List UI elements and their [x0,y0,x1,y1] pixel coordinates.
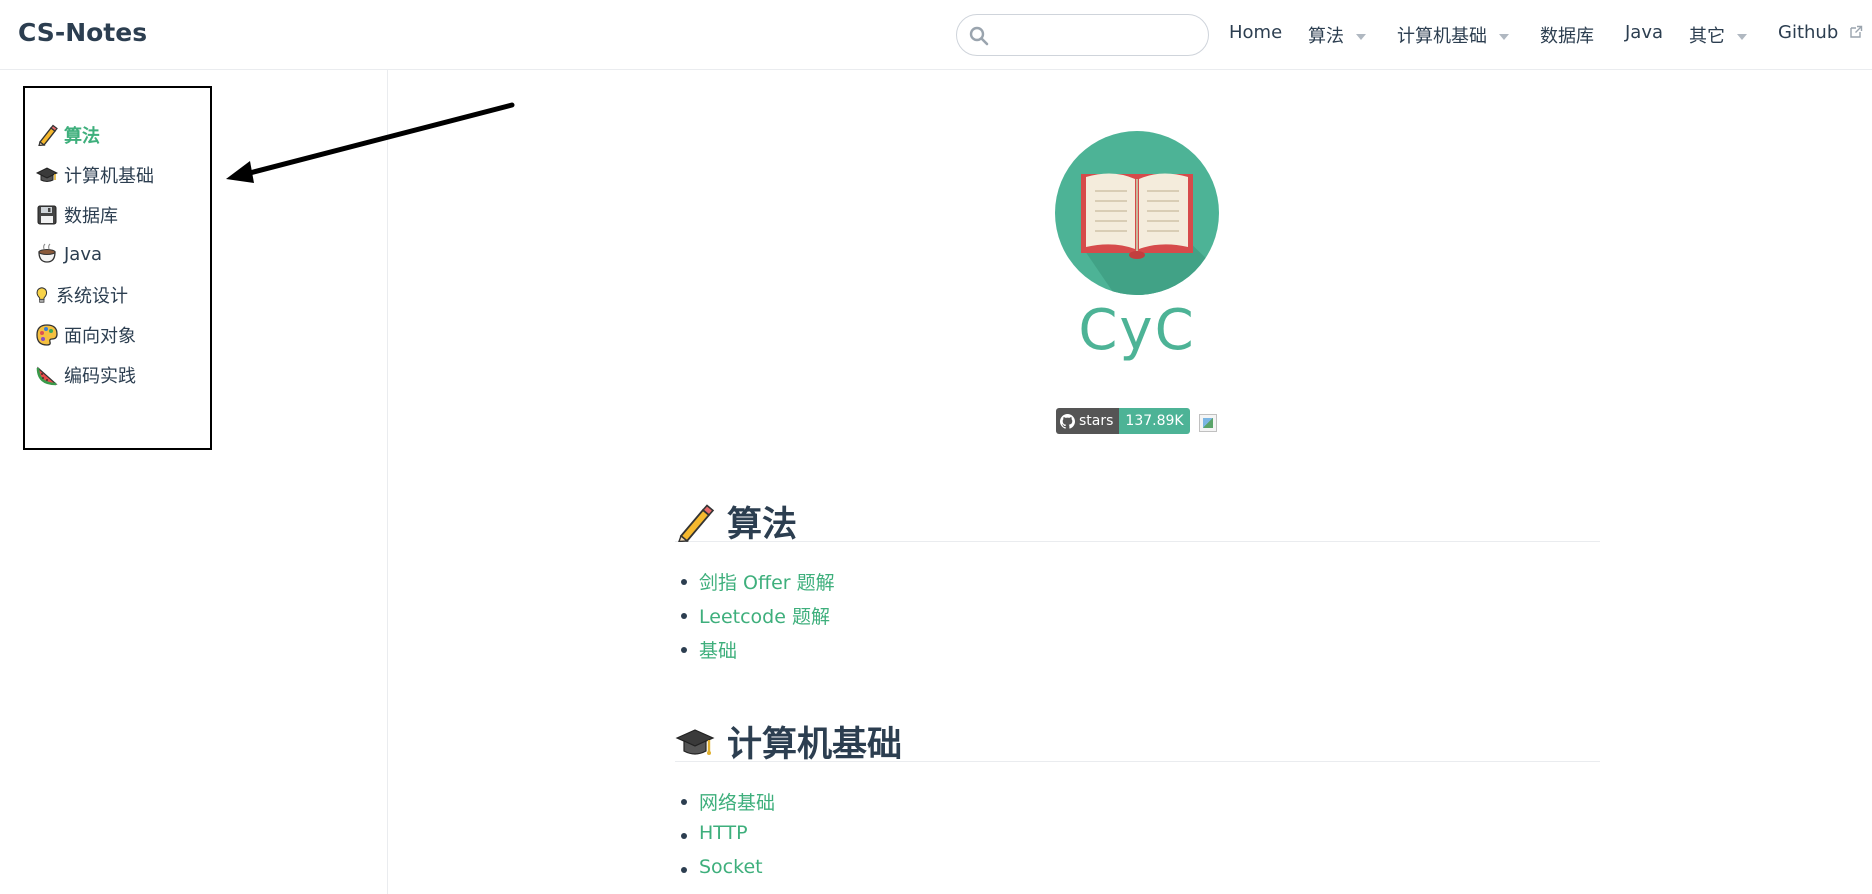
watermelon-icon [36,366,58,386]
light-bulb-icon [36,287,48,303]
external-link-icon [1850,25,1863,38]
palette-icon [36,324,58,346]
book-logo-icon [1055,131,1219,295]
sidebar-item-label: 编码实践 [64,366,136,387]
badge-value: 137.89K [1119,408,1190,434]
nav-item-label: 其它 [1689,26,1725,47]
sidebar-item-algorithms[interactable]: 算法 [36,122,100,152]
sidebar-item-system-design[interactable]: 系统设计 [36,282,128,312]
pencil-icon [678,504,715,542]
sidebar-item-label: 计算机基础 [64,166,154,187]
sidebar-item-coding-practice[interactable]: 编码实践 [36,362,136,392]
list-item-link[interactable]: 剑指 Offer 题解 [681,568,835,602]
list-item-link[interactable]: Leetcode 题解 [681,602,835,636]
nav-item-label: 算法 [1308,26,1344,47]
navbar: CS-Notes Home 算法 计算机基础 数据库 Java 其它 Githu… [0,0,1872,70]
sidebar-item-database[interactable]: 数据库 [36,202,118,232]
nav-item-algorithms[interactable]: 算法 [1308,22,1366,48]
sidebar-item-label: Java [64,244,103,265]
coffee-cup-icon [38,243,56,263]
list-item-link[interactable]: 基础 [681,636,835,670]
nav-item-other[interactable]: 其它 [1689,22,1747,48]
floppy-disk-icon [37,205,57,225]
nav-item-label: Home [1229,22,1283,43]
section-list-algorithms: 剑指 Offer 题解 Leetcode 题解 基础 [681,568,835,670]
sidebar: 算法 计算机基础 数据库 Java 系统设计 面向对象 编码实践 [0,70,388,894]
github-icon [1060,413,1075,429]
logo-text: CyC [1078,298,1196,363]
badge-label: stars [1056,408,1120,434]
list-item-link[interactable]: HTTP [680,822,775,856]
search-icon [969,26,989,46]
broken-image-icon [1199,414,1217,432]
sidebar-item-cs-basics[interactable]: 计算机基础 [36,162,154,192]
nav-item-label: 计算机基础 [1397,26,1487,47]
github-stars-badge[interactable]: stars 137.89K [1056,408,1190,434]
badge-label-text: stars [1079,413,1114,429]
nav-item-cs-basics[interactable]: 计算机基础 [1397,22,1509,48]
nav-item-label: Java [1625,22,1664,43]
section-title: 计算机基础 [727,725,903,765]
sidebar-item-label: 系统设计 [56,286,128,307]
caret-down-icon [1356,34,1366,40]
sidebar-item-label: 算法 [64,126,100,147]
section-heading-algorithms: 算法 [675,496,1600,545]
pencil-icon [38,124,58,146]
nav-item-label: 数据库 [1540,26,1594,47]
nav-item-label: Github [1778,22,1839,43]
nav-item-database[interactable]: 数据库 [1540,22,1594,48]
search-box[interactable] [956,14,1209,56]
nav-item-home[interactable]: Home [1229,22,1282,43]
caret-down-icon [1499,34,1509,40]
graduation-cap-icon [36,167,58,182]
section-heading-cs-basics: 计算机基础 [675,716,1600,765]
graduation-cap-icon [675,729,715,755]
list-item-link[interactable]: 网络基础 [680,788,775,822]
sidebar-item-java[interactable]: Java [36,242,102,272]
list-item-link[interactable]: Socket [680,856,775,890]
section-title: 算法 [727,505,798,545]
sidebar-item-oop[interactable]: 面向对象 [36,322,136,352]
main-content: CyC stars 137.89K 算法 剑指 Offer 题解 Leetcod… [389,70,1872,894]
site-title[interactable]: CS-Notes [18,18,147,47]
caret-down-icon [1737,34,1747,40]
section-list-cs-basics: 网络基础 HTTP Socket [680,788,775,890]
nav-item-github[interactable]: Github [1778,22,1863,43]
sidebar-item-label: 数据库 [64,206,118,227]
search-input[interactable] [1001,21,1196,49]
sidebar-item-label: 面向对象 [64,326,136,347]
nav-item-java[interactable]: Java [1625,22,1663,43]
